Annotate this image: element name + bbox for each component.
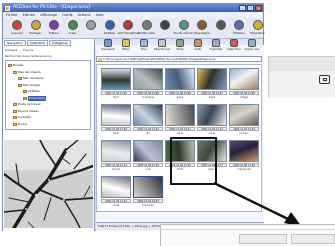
callout-arrow [213,181,302,227]
bottom-window-panel [239,234,287,244]
secondary-window [268,56,335,98]
window-restore-icon[interactable] [319,75,330,84]
bottom-window-panel [291,234,335,244]
window-restore-inner-icon [323,78,327,81]
bottom-background-window [160,224,335,246]
secondary-window-titlebar [269,57,335,71]
bottom-window-divider [161,229,335,230]
